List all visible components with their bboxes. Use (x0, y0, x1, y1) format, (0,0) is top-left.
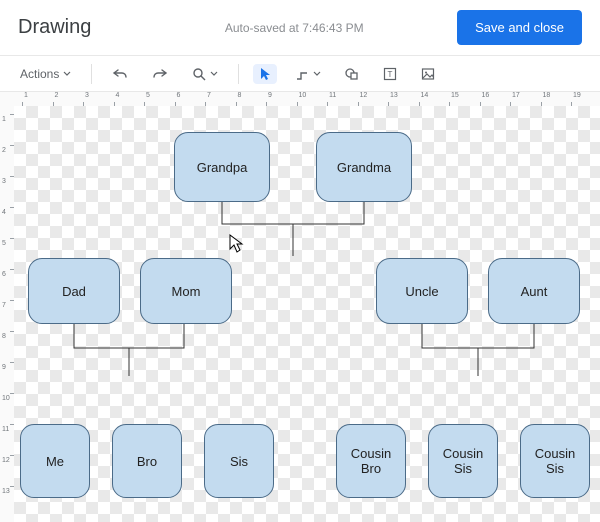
ruler-horizontal: 12345678910111213141516171819 (14, 92, 600, 107)
textbox-tool[interactable]: T (377, 64, 403, 84)
undo-button[interactable] (106, 64, 134, 84)
node-label: Sis (230, 454, 248, 469)
toolbar-divider (238, 64, 239, 84)
node-label: Mom (172, 284, 201, 299)
node-label: Cousin Sis (525, 446, 585, 476)
node-label: Uncle (405, 284, 438, 299)
node-uncle[interactable]: Uncle (376, 258, 468, 324)
chevron-down-icon (63, 70, 71, 78)
ruler-tick: 4 (0, 207, 14, 208)
textbox-icon: T (383, 67, 397, 81)
dialog-title: Drawing (18, 16, 91, 39)
ruler-tick: 1 (22, 92, 23, 106)
redo-button[interactable] (146, 64, 174, 84)
node-label: Bro (137, 454, 157, 469)
ruler-tick: 8 (0, 331, 14, 332)
ruler-tick: 19 (571, 92, 572, 106)
ruler-tick: 9 (0, 362, 14, 363)
line-icon (295, 67, 309, 81)
node-label: Grandpa (197, 160, 248, 175)
node-label: Cousin Bro (341, 446, 401, 476)
shape-tool-menu[interactable] (339, 64, 365, 84)
chevron-down-icon (313, 70, 321, 78)
ruler-tick: 5 (144, 92, 145, 106)
cursor-icon (259, 67, 271, 81)
node-label: Cousin Sis (433, 446, 493, 476)
ruler-tick: 18 (541, 92, 542, 106)
node-label: Dad (62, 284, 86, 299)
ruler-tick: 13 (388, 92, 389, 106)
undo-icon (112, 67, 128, 81)
autosave-status: Auto-saved at 7:46:43 PM (185, 21, 364, 35)
zoom-menu[interactable] (186, 64, 224, 84)
dialog-header: Drawing Auto-saved at 7:46:43 PM Save an… (0, 0, 600, 56)
toolbar: Actions (0, 56, 600, 92)
ruler-tick: 17 (510, 92, 511, 106)
ruler-tick: 3 (0, 176, 14, 177)
ruler-tick: 14 (419, 92, 420, 106)
ruler-tick: 10 (297, 92, 298, 106)
ruler-vertical: 12345678910111213 (0, 106, 15, 522)
node-cousin-sis-1[interactable]: Cousin Sis (428, 424, 498, 498)
node-cousin-bro[interactable]: Cousin Bro (336, 424, 406, 498)
node-cousin-sis-2[interactable]: Cousin Sis (520, 424, 590, 498)
ruler-tick: 15 (449, 92, 450, 106)
svg-text:T: T (388, 70, 393, 79)
node-bro[interactable]: Bro (112, 424, 182, 498)
toolbar-divider (91, 64, 92, 84)
node-dad[interactable]: Dad (28, 258, 120, 324)
actions-label: Actions (20, 67, 59, 81)
workspace: 12345678910111213141516171819 1234567891… (0, 92, 600, 522)
ruler-tick: 12 (358, 92, 359, 106)
node-mom[interactable]: Mom (140, 258, 232, 324)
ruler-tick: 5 (0, 238, 14, 239)
chevron-down-icon (210, 70, 218, 78)
node-grandma[interactable]: Grandma (316, 132, 412, 202)
node-label: Me (46, 454, 64, 469)
save-and-close-button[interactable]: Save and close (457, 10, 582, 45)
ruler-tick: 13 (0, 486, 14, 487)
image-icon (421, 67, 435, 81)
image-tool[interactable] (415, 64, 441, 84)
ruler-tick: 7 (0, 300, 14, 301)
ruler-tick: 11 (0, 424, 14, 425)
ruler-tick: 3 (83, 92, 84, 106)
line-tool-menu[interactable] (289, 64, 327, 84)
ruler-tick: 8 (236, 92, 237, 106)
ruler-tick: 7 (205, 92, 206, 106)
ruler-tick: 9 (266, 92, 267, 106)
ruler-tick: 16 (480, 92, 481, 106)
node-grandpa[interactable]: Grandpa (174, 132, 270, 202)
ruler-tick: 4 (114, 92, 115, 106)
ruler-tick: 6 (175, 92, 176, 106)
redo-icon (152, 67, 168, 81)
shape-icon (345, 67, 359, 81)
mouse-cursor-icon (228, 234, 244, 254)
ruler-tick: 6 (0, 269, 14, 270)
zoom-icon (192, 67, 206, 81)
ruler-tick: 11 (327, 92, 328, 106)
drawing-canvas[interactable]: Grandpa Grandma Dad Mom Uncle Aunt Me Br… (14, 106, 600, 522)
ruler-tick: 12 (0, 455, 14, 456)
ruler-tick: 1 (0, 114, 14, 115)
ruler-tick: 2 (53, 92, 54, 106)
node-me[interactable]: Me (20, 424, 90, 498)
actions-menu[interactable]: Actions (14, 64, 77, 84)
ruler-tick: 10 (0, 393, 14, 394)
node-label: Grandma (337, 160, 391, 175)
node-label: Aunt (521, 284, 548, 299)
select-tool[interactable] (253, 64, 277, 84)
ruler-tick: 2 (0, 145, 14, 146)
node-sis[interactable]: Sis (204, 424, 274, 498)
node-aunt[interactable]: Aunt (488, 258, 580, 324)
ruler-corner (0, 92, 15, 107)
